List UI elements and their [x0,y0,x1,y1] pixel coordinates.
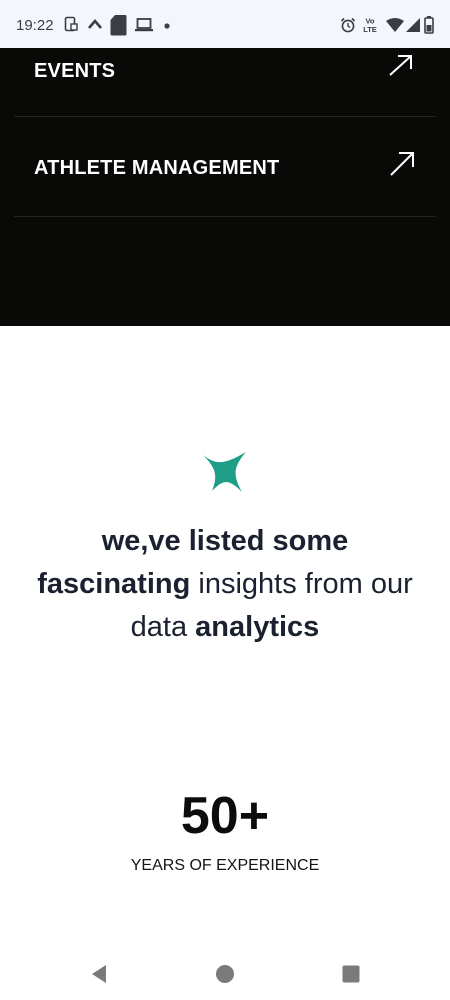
stat-label: YEARS OF EXPERIENCE [130,857,320,874]
status-time: 19:22 [16,17,54,34]
headline-line-2: fascinating insights from our [0,563,450,606]
headline-line-3: data analytics [0,606,450,649]
arrow-up-right-icon[interactable] [388,54,414,76]
volte-icon: Vo LTE [363,17,377,35]
system-nav-bar [0,944,450,1000]
menu-item-label: EVENTS [34,60,116,82]
laptop-icon [135,18,153,32]
sd-card-icon [110,15,127,36]
headline-text: insights from our [190,568,413,600]
alarm-icon [340,17,356,33]
wifi-icon [386,18,404,32]
headline-text: data [130,611,196,643]
stat-value: 50+ [180,787,270,845]
signal-icon [406,18,420,32]
battery-icon [424,16,434,34]
headline-bold-word: fascinating [37,568,191,600]
menu-item-events[interactable]: EVENTS [14,48,436,117]
back-icon[interactable] [90,964,108,984]
svg-text:LTE: LTE [363,25,377,34]
recents-icon[interactable] [342,965,360,983]
headline-line-1: we,ve listed some [0,520,450,563]
dot-icon [164,23,170,29]
menu-item-label: ATHLETE MANAGEMENT [34,157,280,179]
screenshot-icon [64,16,78,32]
menu-panel: EVENTS ATHLETE MANAGEMENT [0,48,450,326]
headline-text: we,ve listed some [101,525,349,557]
insights-headline: we,ve listed some fascinating insights f… [0,520,450,649]
arrow-up-right-icon[interactable] [389,151,415,177]
chevron-up-icon [88,19,102,29]
sparkle-star-icon [203,452,246,492]
headline-bold-word: analytics [195,611,320,643]
menu-item-athlete-management[interactable]: ATHLETE MANAGEMENT [14,117,436,217]
status-bar: 19:22 Vo LTE [0,0,450,48]
home-icon[interactable] [215,964,235,984]
